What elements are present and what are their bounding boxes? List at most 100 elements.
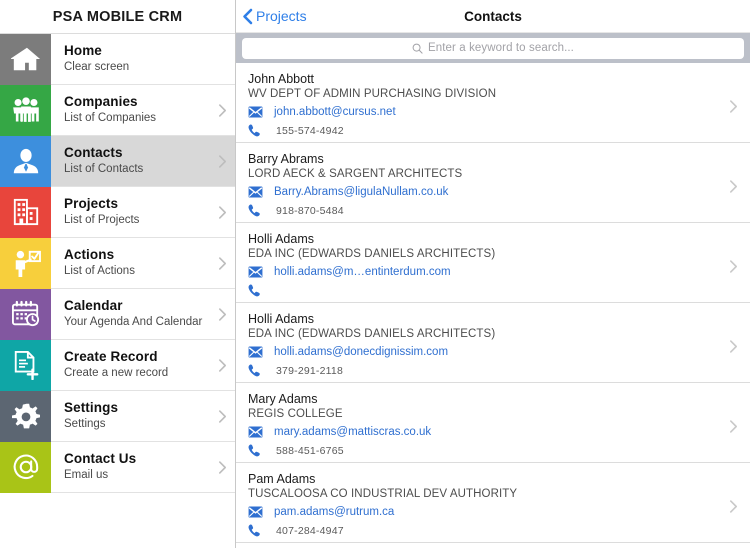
at-sign-icon <box>0 441 51 493</box>
detail-panel: Projects Contacts Enter a keyword to sea… <box>236 0 750 548</box>
person-icon <box>0 135 51 187</box>
contact-list-item[interactable]: Holli Adams EDA INC (EDWARDS DANIELS ARCH… <box>236 223 750 303</box>
gear-icon <box>0 390 51 442</box>
search-input[interactable]: Enter a keyword to search... <box>242 37 744 59</box>
contact-phone-line[interactable]: 155-574-4942 <box>248 121 716 140</box>
contact-phone[interactable]: 155-574-4942 <box>270 124 344 138</box>
sidebar-item-text: Settings Settings <box>51 400 209 432</box>
sidebar-item-projects[interactable]: Projects List of Projects <box>0 186 235 238</box>
contact-email[interactable]: holli.adams@m…entinterdum.com <box>270 265 451 279</box>
sidebar-item-contact-us[interactable]: Contact Us Email us <box>0 441 235 493</box>
contact-list-item[interactable]: Mary Adams REGIS COLLEGE mary.adams@mattis… <box>236 383 750 463</box>
envelope-icon[interactable] <box>248 345 270 358</box>
phone-icon[interactable] <box>248 124 270 137</box>
contact-list-item[interactable]: Barry Abrams LORD AECK & SARGENT ARCHITEC… <box>236 143 750 223</box>
contact-phone-line[interactable]: 918-870-5484 <box>248 201 716 220</box>
contact-phone-line[interactable] <box>248 281 716 300</box>
envelope-icon[interactable] <box>248 265 270 278</box>
contacts-list[interactable]: John Abbott WV DEPT OF ADMIN PURCHASING D… <box>236 63 750 548</box>
contact-email[interactable]: pam.adams@rutrum.ca <box>270 505 394 519</box>
contact-email[interactable]: holli.adams@donecdignissim.com <box>270 345 448 359</box>
contact-phone-line[interactable]: 588-451-6765 <box>248 441 716 460</box>
search-placeholder-text: Enter a keyword to search... <box>428 42 574 54</box>
contact-email-line[interactable]: john.abbott@cursus.net <box>248 102 716 121</box>
sidebar-item-label: Calendar <box>64 298 123 313</box>
contact-details: John Abbott WV DEPT OF ADMIN PURCHASING D… <box>248 71 716 140</box>
sidebar-item-create-record[interactable]: Create Record Create a new record <box>0 339 235 391</box>
phone-icon[interactable] <box>248 444 270 457</box>
sidebar-app-title: PSA MOBILE CRM <box>0 0 235 33</box>
contact-phone[interactable]: 379-291-2118 <box>270 364 343 378</box>
chevron-right-icon <box>716 99 750 114</box>
contact-email[interactable]: mary.adams@mattiscras.co.uk <box>270 425 431 439</box>
chevron-right-icon <box>209 409 235 424</box>
chevron-right-icon <box>716 499 750 514</box>
sidebar-item-sublabel: Email us <box>64 469 109 481</box>
sidebar-item-sublabel: List of Contacts <box>64 163 144 175</box>
contact-company: EDA INC (EDWARDS DANIELS ARCHITECTS) <box>248 328 496 340</box>
sidebar-item-home[interactable]: Home Clear screen <box>0 34 235 85</box>
envelope-icon[interactable] <box>248 105 270 118</box>
contact-email-line[interactable]: holli.adams@donecdignissim.com <box>248 342 716 361</box>
contact-name: Pam Adams <box>248 472 316 486</box>
new-document-icon <box>0 339 51 391</box>
chevron-right-icon <box>209 154 235 169</box>
contact-name: John Abbott <box>248 72 315 86</box>
contact-company: EDA INC (EDWARDS DANIELS ARCHITECTS) <box>248 248 496 260</box>
contact-phone-line[interactable]: 407-284-4947 <box>248 521 716 540</box>
contact-phone[interactable]: 588-451-6765 <box>270 444 344 458</box>
contact-email-line[interactable]: Barry.Abrams@ligulaNullam.co.uk <box>248 182 716 201</box>
sidebar-empty-space <box>0 493 235 539</box>
contact-company: TUSCALOOSA CO INDUSTRIAL DEV AUTHORITY <box>248 488 518 500</box>
contact-phone[interactable]: 407-284-4947 <box>270 524 344 538</box>
back-to-projects-button[interactable]: Projects <box>236 8 307 25</box>
phone-icon[interactable] <box>248 364 270 377</box>
envelope-icon[interactable] <box>248 425 270 438</box>
envelope-icon[interactable] <box>248 185 270 198</box>
sidebar-item-label: Actions <box>64 247 115 262</box>
sidebar-item-actions[interactable]: Actions List of Actions <box>0 237 235 289</box>
sidebar-item-sublabel: Clear screen <box>64 61 130 73</box>
sidebar-item-sublabel: Your Agenda And Calendar <box>64 316 203 328</box>
contact-list-item[interactable]: John Abbott WV DEPT OF ADMIN PURCHASING D… <box>236 63 750 143</box>
contact-company: REGIS COLLEGE <box>248 408 343 420</box>
envelope-icon[interactable] <box>248 505 270 518</box>
contact-name: Holli Adams <box>248 232 314 246</box>
sidebar-item-text: Contact Us Email us <box>51 451 209 483</box>
contact-email-line[interactable]: holli.adams@m…entinterdum.com <box>248 262 716 281</box>
chevron-right-icon <box>716 339 750 354</box>
sidebar-item-text: Home Clear screen <box>51 43 209 75</box>
sidebar-item-label: Companies <box>64 94 138 109</box>
contact-email[interactable]: john.abbott@cursus.net <box>270 105 396 119</box>
contact-list-item[interactable]: Pam Adams TUSCALOOSA CO INDUSTRIAL DEV AU… <box>236 463 750 543</box>
sidebar-item-companies[interactable]: Companies List of Companies <box>0 84 235 136</box>
chevron-right-icon <box>716 419 750 434</box>
phone-icon[interactable] <box>248 284 270 297</box>
contact-list-item[interactable]: Holli Adams EDA INC (EDWARDS DANIELS ARCH… <box>236 303 750 383</box>
contact-name: Barry Abrams <box>248 152 324 166</box>
chevron-right-icon <box>209 358 235 373</box>
phone-icon[interactable] <box>248 524 270 537</box>
sidebar-item-contacts[interactable]: Contacts List of Contacts <box>0 135 235 187</box>
phone-icon[interactable] <box>248 204 270 217</box>
home-icon <box>0 34 51 85</box>
contact-email-line[interactable]: mary.adams@mattiscras.co.uk <box>248 422 716 441</box>
contact-phone[interactable]: 918-870-5484 <box>270 204 344 218</box>
chevron-right-icon <box>209 307 235 322</box>
sidebar-item-label: Contacts <box>64 145 123 160</box>
chevron-right-icon <box>209 256 235 271</box>
contact-email[interactable]: Barry.Abrams@ligulaNullam.co.uk <box>270 185 448 199</box>
contact-details: Pam Adams TUSCALOOSA CO INDUSTRIAL DEV AU… <box>248 471 716 540</box>
contact-email-line[interactable]: pam.adams@rutrum.ca <box>248 502 716 521</box>
app-root: PSA MOBILE CRM Home Clear screen Companies… <box>0 0 750 548</box>
contact-phone-line[interactable]: 379-291-2118 <box>248 361 716 380</box>
contact-name: Mary Adams <box>248 392 318 406</box>
contact-details: Holli Adams EDA INC (EDWARDS DANIELS ARCH… <box>248 311 716 380</box>
sidebar-item-text: Companies List of Companies <box>51 94 209 126</box>
contact-details: Holli Adams EDA INC (EDWARDS DANIELS ARCH… <box>248 231 716 300</box>
sidebar-item-settings[interactable]: Settings Settings <box>0 390 235 442</box>
sidebar-item-label: Projects <box>64 196 119 211</box>
chevron-right-icon <box>716 259 750 274</box>
sidebar-item-calendar[interactable]: Calendar Your Agenda And Calendar <box>0 288 235 340</box>
sidebar-item-text: Actions List of Actions <box>51 247 209 279</box>
